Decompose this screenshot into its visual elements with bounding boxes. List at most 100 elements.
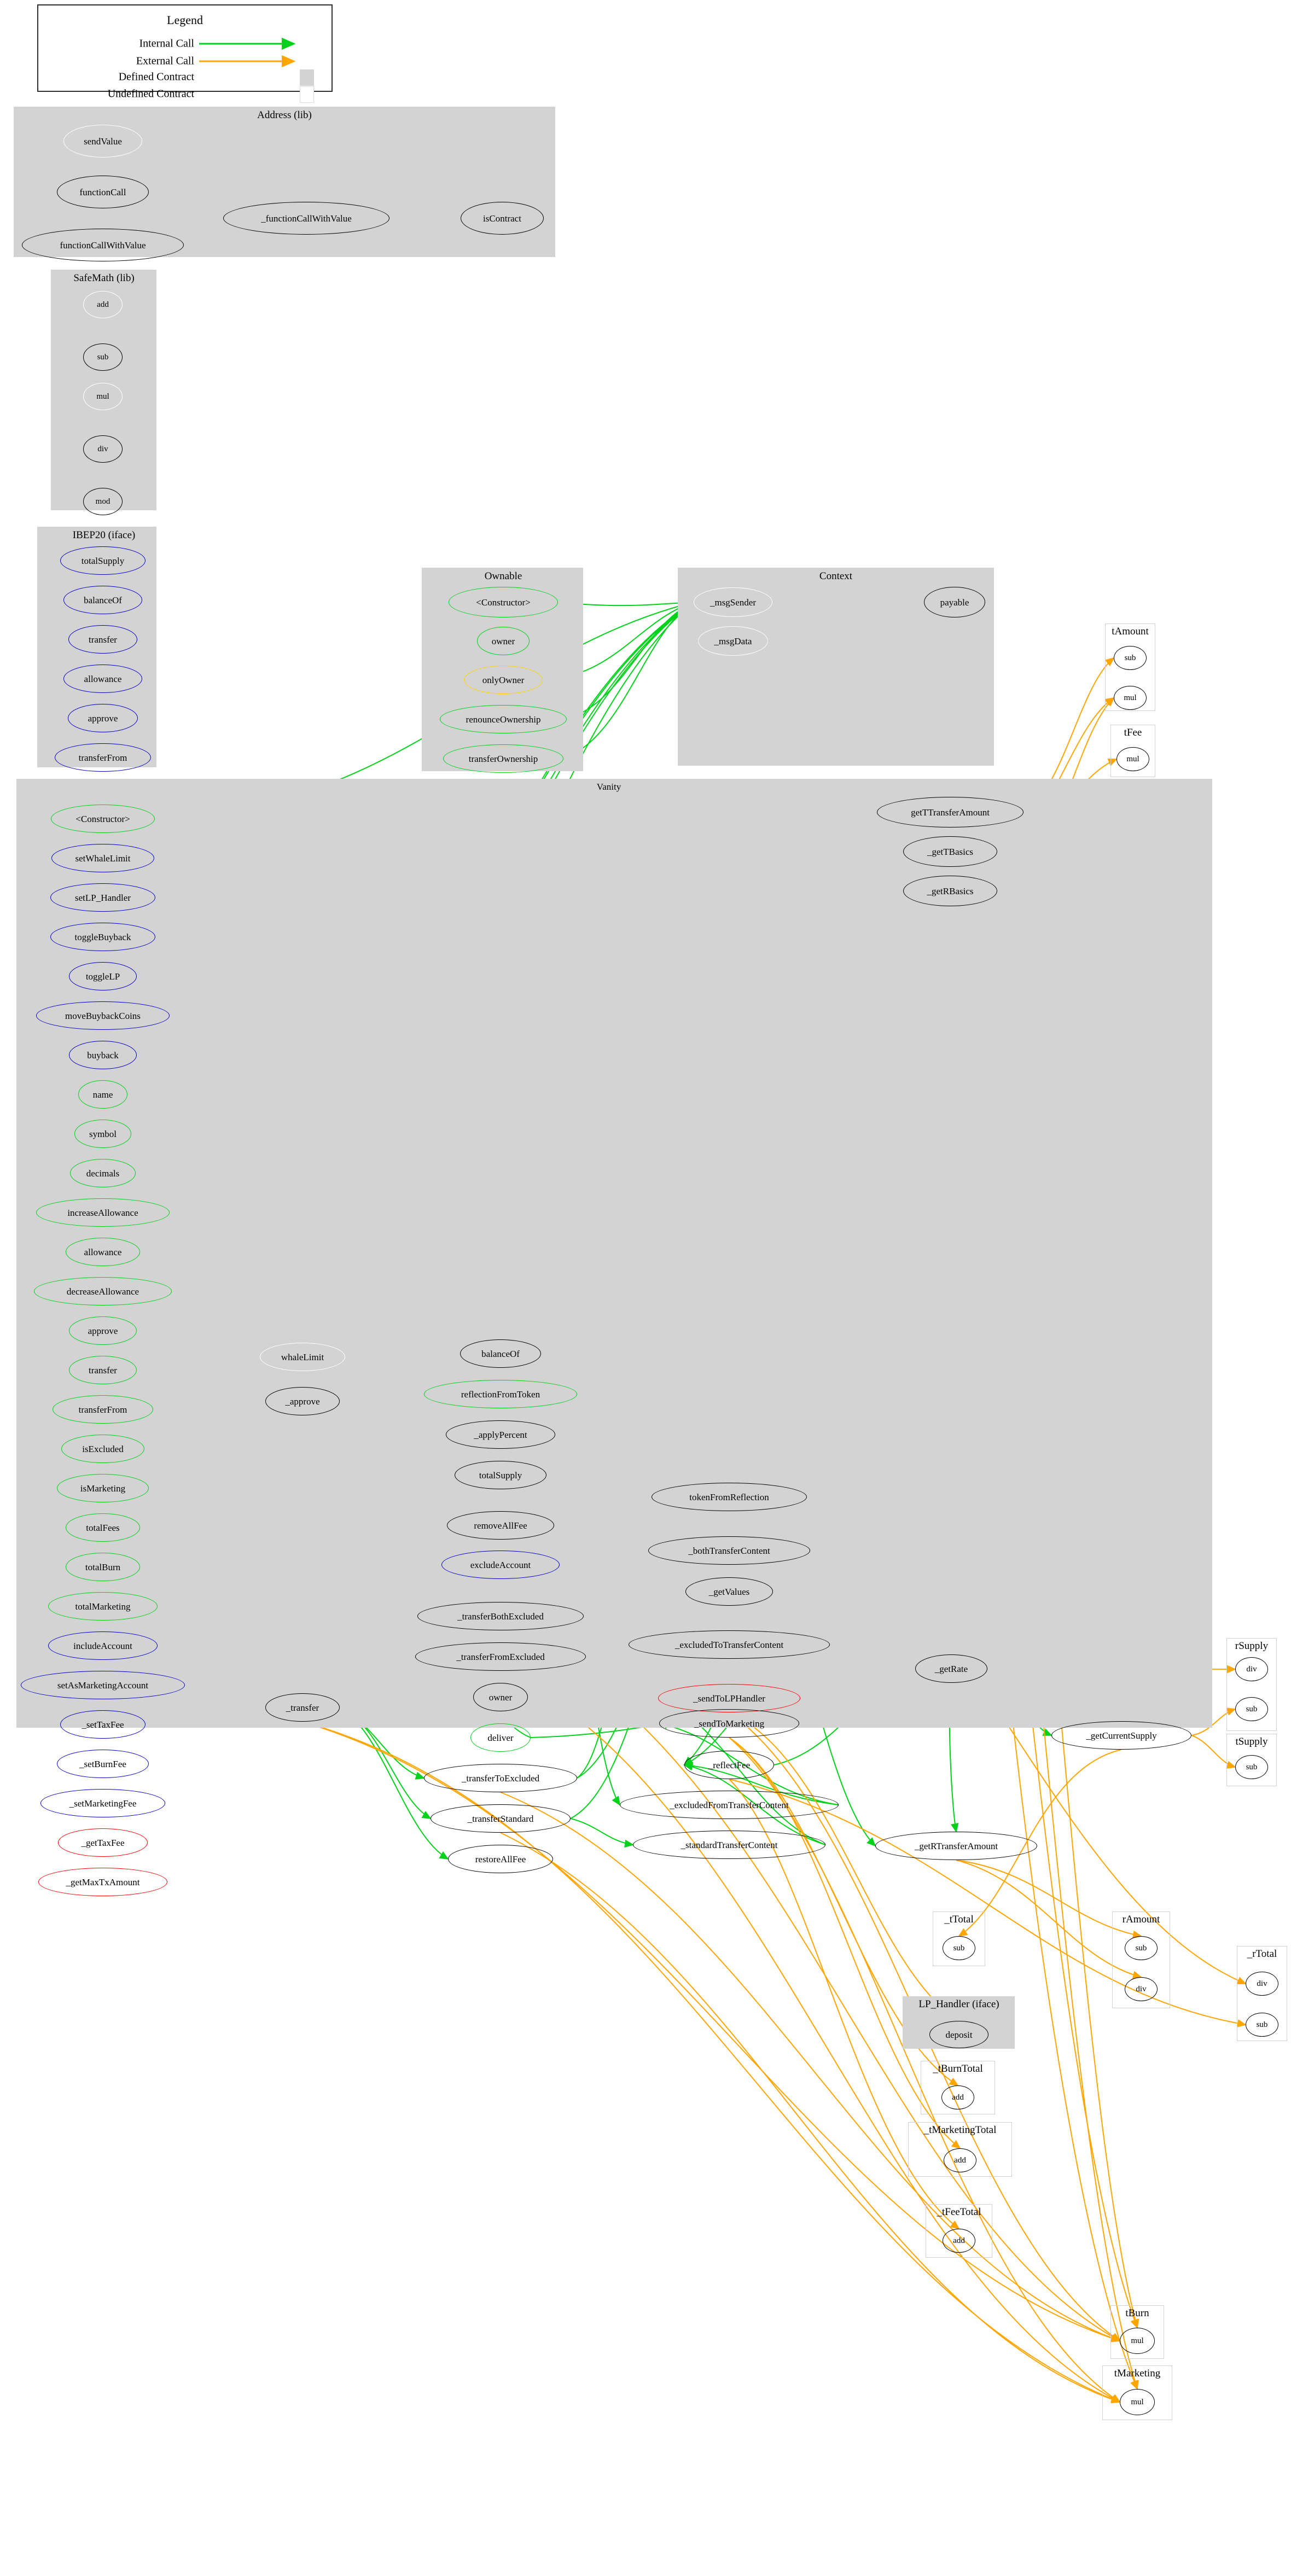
node-v_setTaxFee[interactable]: _setTaxFee bbox=[60, 1710, 146, 1739]
node-v__transferStandard[interactable]: _transferStandard bbox=[431, 1804, 571, 1833]
node-ib_allowance[interactable]: allowance bbox=[63, 665, 142, 693]
node-rs_div[interactable]: div bbox=[1235, 1657, 1268, 1681]
node-tb_mul[interactable]: mul bbox=[1120, 2328, 1155, 2354]
node-v_allowance[interactable]: allowance bbox=[66, 1238, 140, 1266]
node-v__excludedToTransferContent[interactable]: _excludedToTransferContent bbox=[629, 1630, 830, 1659]
node-v_decimals[interactable]: decimals bbox=[70, 1159, 136, 1187]
node-sm_div[interactable]: div bbox=[83, 435, 123, 463]
node-rs_sub[interactable]: sub bbox=[1235, 1697, 1268, 1721]
node-ts_sub[interactable]: sub bbox=[1235, 1755, 1268, 1779]
node-tm_mul[interactable]: mul bbox=[1120, 2389, 1155, 2415]
node-tf_mul[interactable]: mul bbox=[1116, 747, 1149, 771]
node-ib_transferFrom[interactable]: transferFrom bbox=[55, 743, 151, 772]
node-v__approve[interactable]: _approve bbox=[265, 1387, 340, 1415]
node-ctx_msgSender[interactable]: _msgSender bbox=[694, 587, 772, 617]
node-v__standardTransferContent[interactable]: _standardTransferContent bbox=[633, 1831, 825, 1859]
node-ctx_payable[interactable]: payable bbox=[924, 587, 985, 617]
node-ra_sub[interactable]: sub bbox=[1125, 1936, 1158, 1960]
node-ta_sub[interactable]: sub bbox=[1114, 646, 1147, 670]
node-ib_transfer[interactable]: transfer bbox=[68, 625, 137, 654]
node-tmt_add[interactable]: add bbox=[944, 2148, 976, 2172]
node-v_transferFrom[interactable]: transferFrom bbox=[53, 1395, 153, 1424]
node-v_approve[interactable]: approve bbox=[69, 1316, 137, 1345]
node-ow_renounce[interactable]: renounceOwnership bbox=[440, 705, 567, 733]
node-v__transfer[interactable]: _transfer bbox=[265, 1693, 340, 1722]
node-ra_div[interactable]: div bbox=[1125, 1977, 1158, 2001]
node-v_totalFees[interactable]: totalFees bbox=[66, 1513, 140, 1542]
node-ctx_msgData[interactable]: _msgData bbox=[698, 626, 768, 656]
node-v_ctor[interactable]: <Constructor> bbox=[51, 805, 155, 833]
node-v_transfer[interactable]: transfer bbox=[69, 1356, 137, 1384]
node-v_decreaseAllowance[interactable]: decreaseAllowance bbox=[34, 1277, 172, 1306]
node-rt_div[interactable]: div bbox=[1246, 1972, 1278, 1996]
node-ow_transferOwnership[interactable]: transferOwnership bbox=[443, 744, 563, 773]
node-v_totalBurn[interactable]: totalBurn bbox=[66, 1553, 140, 1581]
node-v_getMaxTxAmount[interactable]: _getMaxTxAmount bbox=[38, 1868, 167, 1896]
node-v__getRTransferAmount[interactable]: _getRTransferAmount bbox=[875, 1832, 1037, 1860]
node-v__transferBothExcluded[interactable]: _transferBothExcluded bbox=[417, 1602, 584, 1630]
node-v__transferFromExcluded[interactable]: _transferFromExcluded bbox=[415, 1642, 586, 1671]
node-v__transferToExcluded[interactable]: _transferToExcluded bbox=[424, 1764, 577, 1792]
node-sm_add[interactable]: add bbox=[83, 291, 123, 318]
node-v_setBurnFee[interactable]: _setBurnFee bbox=[57, 1750, 149, 1778]
node-v_isExcluded[interactable]: isExcluded bbox=[61, 1435, 144, 1463]
node-tt_sub[interactable]: sub bbox=[943, 1936, 975, 1960]
node-sm_sub[interactable]: sub bbox=[83, 343, 123, 371]
node-isContract[interactable]: isContract bbox=[461, 202, 544, 235]
node-v_totalSupply[interactable]: totalSupply bbox=[455, 1461, 546, 1489]
node-v_buyback[interactable]: buyback bbox=[69, 1041, 137, 1069]
node-tbt_add[interactable]: add bbox=[941, 2085, 974, 2109]
node-v_whaleLimit[interactable]: whaleLimit bbox=[260, 1343, 345, 1371]
node-v_toggleLP[interactable]: toggleLP bbox=[69, 962, 137, 990]
node-functionCallWithValue[interactable]: functionCallWithValue bbox=[22, 229, 184, 261]
node-v_increaseAllowance[interactable]: increaseAllowance bbox=[36, 1198, 170, 1227]
node-ta_mul[interactable]: mul bbox=[1114, 686, 1147, 710]
node-v_symbol[interactable]: symbol bbox=[74, 1120, 131, 1148]
node-ow_ctor[interactable]: <Constructor> bbox=[449, 587, 558, 617]
node-_functionCallWithValue[interactable]: _functionCallWithValue bbox=[223, 202, 389, 235]
node-v__excludedFromTransferContent[interactable]: _excludedFromTransferContent bbox=[620, 1791, 839, 1819]
node-v__getValues[interactable]: _getValues bbox=[685, 1577, 773, 1606]
node-v__getCurrentSupply[interactable]: _getCurrentSupply bbox=[1051, 1721, 1191, 1750]
node-v_removeAllFee[interactable]: removeAllFee bbox=[447, 1511, 554, 1540]
node-v_excludeAccount[interactable]: excludeAccount bbox=[441, 1551, 560, 1579]
node-ow_owner[interactable]: owner bbox=[477, 627, 530, 655]
node-v__getRate[interactable]: _getRate bbox=[915, 1654, 987, 1683]
node-ib_totalSupply[interactable]: totalSupply bbox=[60, 546, 146, 575]
node-v__sendToMarketing[interactable]: _sendToMarketing bbox=[659, 1709, 799, 1738]
node-sendValue[interactable]: sendValue bbox=[63, 125, 142, 158]
node-v_setMarketingFee[interactable]: _setMarketingFee bbox=[40, 1789, 165, 1817]
node-ow_onlyOwner[interactable]: onlyOwner bbox=[464, 666, 543, 694]
node-v__reflectFee[interactable]: _reflectFee bbox=[684, 1751, 774, 1779]
node-v_isMarketing[interactable]: isMarketing bbox=[57, 1474, 149, 1502]
node-v_includeAccount[interactable]: includeAccount bbox=[48, 1631, 158, 1660]
node-tft_add[interactable]: add bbox=[943, 2229, 975, 2253]
node-v_owner2[interactable]: owner bbox=[473, 1683, 528, 1711]
node-v__applyPercent[interactable]: _applyPercent bbox=[446, 1420, 555, 1449]
node-sm_mul[interactable]: mul bbox=[83, 383, 123, 410]
node-rt_sub[interactable]: sub bbox=[1246, 2013, 1278, 2037]
node-lp_deposit[interactable]: deposit bbox=[929, 2021, 988, 2048]
node-v_restoreAllFee[interactable]: restoreAllFee bbox=[448, 1845, 553, 1873]
node-v_balanceOf[interactable]: balanceOf bbox=[460, 1339, 541, 1368]
node-v_tokenFromReflection[interactable]: tokenFromReflection bbox=[652, 1483, 807, 1511]
node-v_setWhaleLimit[interactable]: setWhaleLimit bbox=[51, 844, 154, 872]
node-v__bothTransferContent[interactable]: _bothTransferContent bbox=[648, 1536, 810, 1565]
node-v_totalMarketing[interactable]: totalMarketing bbox=[48, 1592, 158, 1621]
node-ib_approve[interactable]: approve bbox=[68, 704, 138, 732]
node-v_getTaxFee[interactable]: _getTaxFee bbox=[58, 1828, 148, 1857]
node-v_setAsMarketingAccount[interactable]: setAsMarketingAccount bbox=[21, 1671, 185, 1699]
node-v_reflectionFromToken[interactable]: reflectionFromToken bbox=[424, 1380, 577, 1408]
node-v__getRBasics[interactable]: _getRBasics bbox=[903, 876, 997, 906]
node-v_moveBuybackCoins[interactable]: moveBuybackCoins bbox=[36, 1001, 170, 1030]
node-sm_mod[interactable]: mod bbox=[83, 488, 123, 515]
node-v_toggleBuyback[interactable]: toggleBuyback bbox=[50, 923, 155, 951]
node-v__sendToLPHandler[interactable]: _sendToLPHandler bbox=[658, 1684, 800, 1712]
node-v_name[interactable]: name bbox=[78, 1080, 127, 1109]
node-v_deliver[interactable]: deliver bbox=[470, 1723, 531, 1752]
node-v_getTTransferAmount[interactable]: getTTransferAmount bbox=[877, 797, 1024, 827]
node-ib_balanceOf[interactable]: balanceOf bbox=[63, 586, 142, 614]
node-functionCall[interactable]: functionCall bbox=[57, 176, 149, 208]
node-v_setLP_Handler[interactable]: setLP_Handler bbox=[50, 883, 155, 912]
node-v__getTBasics[interactable]: _getTBasics bbox=[903, 836, 997, 867]
